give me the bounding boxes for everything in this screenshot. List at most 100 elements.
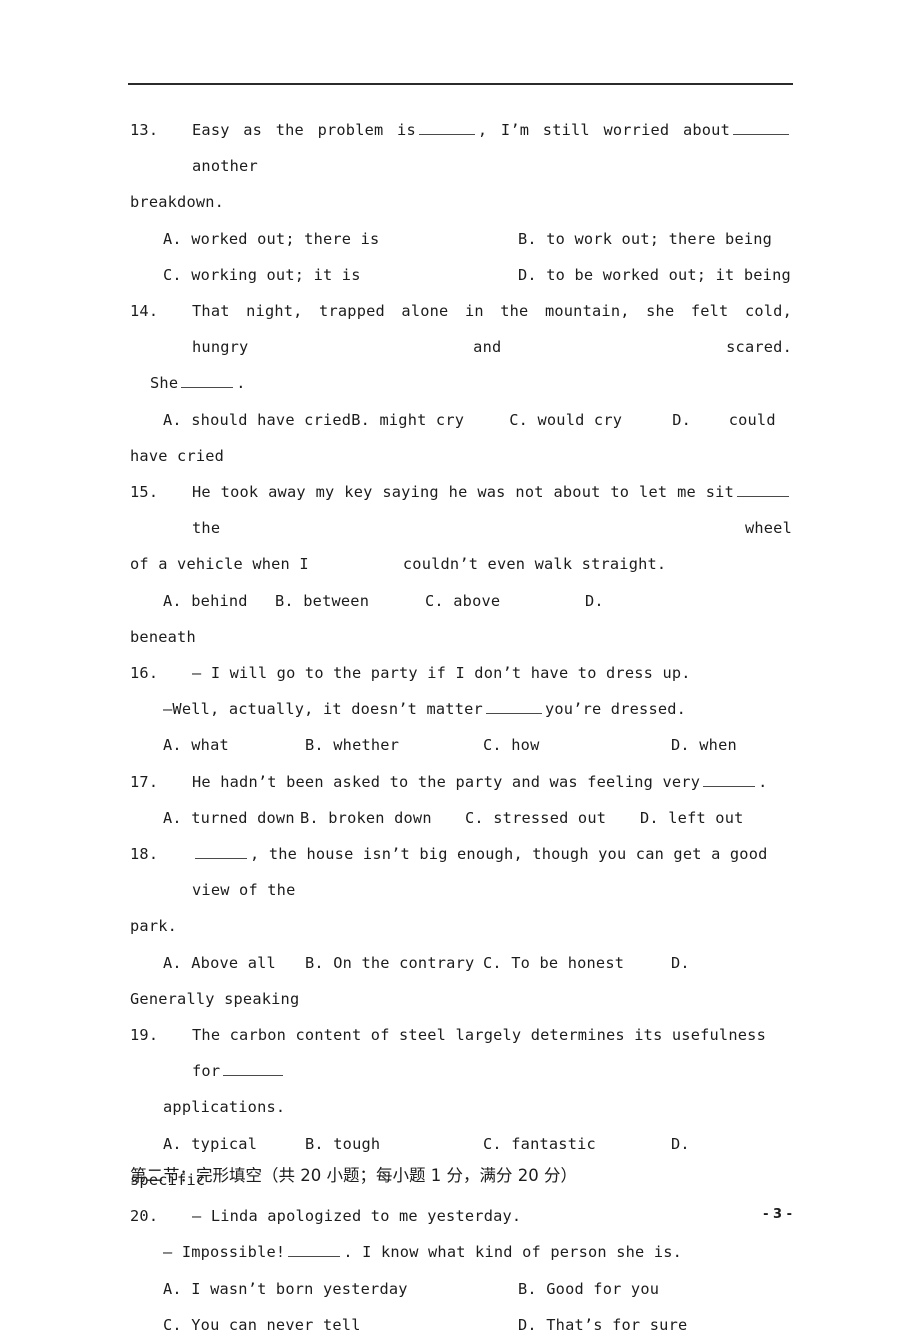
q13-stem-part-c: another bbox=[192, 157, 258, 176]
question-19-stem-line-2: applications. bbox=[163, 1098, 286, 1117]
q16-blank-1 bbox=[485, 700, 542, 715]
q14-blank-1 bbox=[181, 374, 234, 389]
question-18-option-b[interactable]: B. On the contrary bbox=[305, 945, 483, 981]
exam-page: 13. Easy as the problem is , I’m still wo… bbox=[0, 0, 920, 1334]
question-19-stem-text: The carbon content of steel largely dete… bbox=[192, 1017, 792, 1089]
q14-opt-b-text: might cry bbox=[379, 410, 465, 429]
question-19-stem-line-1: 19. The carbon content of steel largely … bbox=[130, 1017, 792, 1089]
q17-stem-part-a: He hadn’t been asked to the party and wa… bbox=[192, 772, 701, 791]
q20-blank-1 bbox=[288, 1243, 341, 1258]
question-18-option-a[interactable]: A. Above all bbox=[130, 945, 305, 981]
q20-opt-d-label: D. bbox=[518, 1315, 537, 1334]
q18-opt-c-label: C. bbox=[483, 953, 502, 972]
question-13-option-a[interactable]: A. worked out; there is bbox=[130, 221, 518, 257]
question-16-stem-line-2: —Well, actually, it doesn’t matter you’re… bbox=[130, 691, 792, 727]
q13-opt-c-label: C. bbox=[163, 265, 182, 284]
q16-opt-a-text: what bbox=[191, 736, 229, 755]
question-14-stem-text: That night, trapped alone in the mountai… bbox=[192, 302, 792, 357]
questions-container: 13. Easy as the problem is , I’m still wo… bbox=[130, 112, 792, 1343]
question-19-option-b[interactable]: B. tough bbox=[305, 1126, 483, 1162]
question-15-number: 15. bbox=[130, 483, 159, 502]
q18-opt-c-text: To be honest bbox=[511, 953, 625, 972]
q13-opt-b-text: to work out; there being bbox=[546, 229, 773, 248]
question-14-option-c[interactable]: C. would cry bbox=[509, 402, 672, 438]
question-18-stem-text: , the house isn’t big enough, though you… bbox=[192, 836, 792, 908]
question-15-option-c[interactable]: C. above bbox=[425, 583, 585, 619]
q17-opt-b-label: B. bbox=[300, 808, 319, 827]
question-14-option-b[interactable]: B. might cry bbox=[351, 402, 509, 438]
q16-opt-c-text: how bbox=[511, 736, 540, 755]
question-17-option-c[interactable]: C. stressed out bbox=[465, 800, 640, 836]
question-13-stem-line-2: breakdown. bbox=[130, 193, 225, 212]
question-16-option-c[interactable]: C. how bbox=[483, 727, 671, 763]
question-20-number: 20. bbox=[130, 1207, 159, 1226]
q19-opt-b-text: tough bbox=[333, 1134, 381, 1153]
question-17-option-a[interactable]: A. turned down bbox=[130, 800, 300, 836]
q19-blank-1 bbox=[223, 1062, 284, 1077]
question-18-option-c[interactable]: C. To be honest bbox=[483, 945, 671, 981]
section-heading: 第二节：完形填空（共 20 小题；每小题 1 分，满分 20 分） bbox=[130, 1166, 577, 1185]
question-20: 20. — Linda apologized to me yesterday. … bbox=[130, 1198, 792, 1343]
q14-opt-c-text: would cry bbox=[537, 410, 623, 429]
q20-opt-d-text: That’s for sure bbox=[546, 1315, 688, 1334]
question-20-option-d[interactable]: D. That’s for sure bbox=[518, 1307, 792, 1343]
question-18-option-d[interactable]: D. bbox=[671, 945, 792, 981]
q16-opt-b-text: whether bbox=[333, 736, 400, 755]
q20-opt-b-label: B. bbox=[518, 1279, 537, 1298]
q20-opt-a-text: I wasn’t born yesterday bbox=[191, 1279, 408, 1298]
q20-stem-pre: — Impossible! bbox=[163, 1243, 286, 1262]
q17-opt-c-label: C. bbox=[465, 808, 484, 827]
question-20-option-c[interactable]: C. You can never tell bbox=[130, 1307, 518, 1343]
question-15: 15. He took away my key saying he was no… bbox=[130, 474, 792, 655]
question-15-option-b[interactable]: B. between bbox=[275, 583, 425, 619]
question-16-stem-text: — I will go to the party if I don’t have… bbox=[192, 664, 691, 683]
q14-opt-c-label: C. bbox=[509, 410, 529, 429]
question-16-option-b[interactable]: B. whether bbox=[305, 727, 483, 763]
question-15-option-d[interactable]: D. bbox=[585, 583, 792, 619]
question-13-option-d[interactable]: D. to be worked out; it being bbox=[518, 257, 792, 293]
question-18: 18. , the house isn’t big enough, though… bbox=[130, 836, 792, 1017]
question-14-option-a[interactable]: A. should have cried bbox=[130, 402, 351, 438]
q16-opt-d-label: D. bbox=[671, 736, 690, 755]
q15-stem-part-b: the wheel bbox=[192, 519, 792, 538]
question-13-stem-text: Easy as the problem is , I’m still worrie… bbox=[192, 112, 792, 184]
question-13-options-row-1: A. worked out; there is B. to work out; … bbox=[130, 221, 792, 257]
question-19-number: 19. bbox=[130, 1026, 159, 1045]
question-15-stem-line-2: of a vehicle when I couldn’t even walk s… bbox=[130, 555, 667, 574]
question-19-option-c[interactable]: C. fantastic bbox=[483, 1126, 671, 1162]
question-14-stem-line-1: 14. That night, trapped alone in the mou… bbox=[130, 293, 792, 365]
q13-opt-d-label: D. bbox=[518, 265, 537, 284]
header-rule bbox=[128, 83, 793, 85]
question-20-option-b[interactable]: B. Good for you bbox=[518, 1271, 792, 1307]
question-17-option-b[interactable]: B. broken down bbox=[300, 800, 465, 836]
q14-opt-a-label: A. bbox=[163, 410, 182, 429]
question-15-option-a[interactable]: A. behind bbox=[130, 583, 275, 619]
question-14-option-d[interactable]: D. could bbox=[672, 402, 792, 438]
question-13-options-row-2: C. working out; it is D. to be worked ou… bbox=[130, 257, 792, 293]
q17-opt-a-text: turned down bbox=[191, 808, 295, 827]
q14-opt-a-text: should have cried bbox=[191, 410, 352, 429]
question-16-option-a[interactable]: A. what bbox=[130, 727, 305, 763]
question-20-option-a[interactable]: A. I wasn’t born yesterday bbox=[130, 1271, 518, 1307]
q13-opt-a-text: worked out; there is bbox=[191, 229, 380, 248]
q16-stem-pre: —Well, actually, it doesn’t matter bbox=[163, 700, 483, 719]
page-number: - 3 - bbox=[763, 1207, 792, 1222]
q17-blank-1 bbox=[703, 773, 756, 787]
question-13-option-b[interactable]: B. to work out; there being bbox=[518, 221, 792, 257]
question-19-option-a[interactable]: A. typical bbox=[130, 1126, 305, 1162]
question-17-option-d[interactable]: D. left out bbox=[640, 800, 792, 836]
question-20-stem-line-2: — Impossible! . I know what kind of perso… bbox=[130, 1234, 792, 1270]
question-19-option-d[interactable]: D. bbox=[671, 1126, 792, 1162]
q18-opt-b-label: B. bbox=[305, 953, 324, 972]
question-15-options-wrap: beneath bbox=[130, 627, 196, 646]
question-16-option-d[interactable]: D. when bbox=[671, 727, 792, 763]
q20-opt-b-text: Good for you bbox=[546, 1279, 660, 1298]
question-14: 14. That night, trapped alone in the mou… bbox=[130, 293, 792, 474]
question-13-option-c[interactable]: C. working out; it is bbox=[130, 257, 518, 293]
question-14-stem-line-2: She. bbox=[130, 365, 792, 401]
q20-stem-post: . I know what kind of person she is. bbox=[343, 1243, 683, 1262]
q16-opt-d-text: when bbox=[699, 736, 737, 755]
q15-opt-b-text: between bbox=[303, 591, 370, 610]
question-18-stem-line-1: 18. , the house isn’t big enough, though… bbox=[130, 836, 792, 908]
q14-opt-b-label: B. bbox=[351, 410, 371, 429]
